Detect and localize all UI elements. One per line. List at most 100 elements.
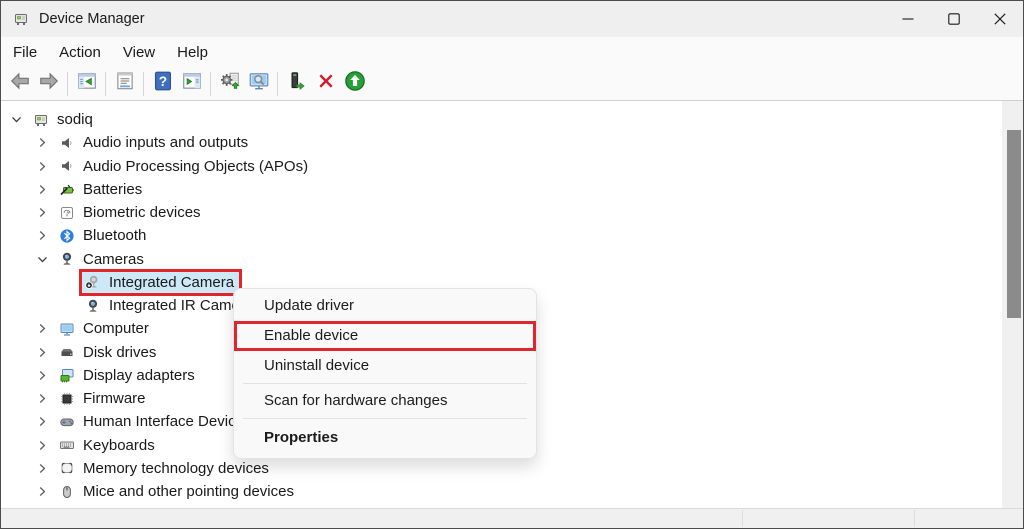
tree-item-content[interactable]: Computer [57,319,153,338]
bluetooth-icon [59,228,75,244]
search-computer-icon [248,70,270,97]
context-menu-item-scan-for-hardware-changes[interactable]: Scan for hardware changes [234,386,536,416]
context-menu-item-enable-device[interactable]: Enable device [234,321,536,351]
chevron-expanded-icon[interactable] [35,252,49,266]
tree-item-content[interactable]: Disk drives [57,343,160,362]
minimize-button[interactable] [885,1,931,37]
context-menu-item-update-driver[interactable]: Update driver [234,291,536,321]
title-bar[interactable]: Device Manager [1,1,1023,37]
chevron-collapsed-icon[interactable] [35,229,49,243]
tree-item-label: Bluetooth [83,227,146,244]
chevron-collapsed-icon[interactable] [35,345,49,359]
toolbar-separator [277,72,278,96]
tree-item-sodiq[interactable]: sodiq [1,108,1002,131]
mouse-icon [59,484,75,500]
context-menu-item-uninstall-device[interactable]: Uninstall device [234,351,536,381]
console-tree-button[interactable] [72,70,101,98]
minimize-icon [898,9,918,29]
tree-item-content[interactable]: Human Interface Devices [57,412,255,431]
chevron-collapsed-icon[interactable] [35,368,49,382]
chevron-collapsed-icon[interactable] [35,438,49,452]
tree-item-content[interactable]: Batteries [57,180,146,199]
window-title: Device Manager [39,11,145,27]
toolbar-separator [210,72,211,96]
chevron-collapsed-icon[interactable] [35,136,49,150]
forward-icon [38,70,60,97]
tree-item-label: Human Interface Devices [83,413,251,430]
close-button[interactable] [977,1,1023,37]
gamepad-icon [59,414,75,430]
tree-item-mice-and-other-pointing-devices[interactable]: Mice and other pointing devices [1,480,1002,503]
annotation-highlight[interactable]: Integrated Camera [79,269,242,296]
menu-bar: FileActionViewHelp [1,37,1023,67]
search-computer-button[interactable] [244,70,273,98]
toolbar-separator [143,72,144,96]
chevron-collapsed-icon[interactable] [35,485,49,499]
tree-item-content[interactable]: Audio Processing Objects (APOs) [57,157,312,176]
chevron-collapsed-icon[interactable] [35,182,49,196]
tree-item-label: Keyboards [83,437,155,454]
tree-item-bluetooth[interactable]: Bluetooth [1,224,1002,247]
context-menu: Update driverEnable deviceUninstall devi… [233,288,537,459]
properties-icon [114,70,136,97]
chevron-collapsed-icon[interactable] [35,322,49,336]
tree-item-content[interactable]: Biometric devices [57,203,205,222]
uninstall-device-button[interactable] [311,70,340,98]
tree-item-audio-inputs-and-outputs[interactable]: Audio inputs and outputs [1,131,1002,154]
tree-item-content[interactable]: Memory technology devices [57,459,273,478]
console-tree-icon [76,70,98,97]
camera-icon [59,251,75,267]
tree-item-label: Biometric devices [83,204,201,221]
tree-item-content[interactable]: Cameras [57,250,148,269]
menu-file[interactable]: File [2,39,48,66]
enable-device-button[interactable] [282,70,311,98]
chevron-collapsed-icon[interactable] [35,392,49,406]
menu-action[interactable]: Action [48,39,112,66]
camera-icon [85,298,101,314]
update-driver-button[interactable] [340,70,369,98]
update-driver-icon [344,70,366,97]
vertical-scrollbar-thumb[interactable] [1007,130,1021,318]
properties-button[interactable] [110,70,139,98]
tree-item-biometric-devices[interactable]: Biometric devices [1,201,1002,224]
help-button[interactable]: ? [148,70,177,98]
keyboard-icon [59,437,75,453]
chevron-collapsed-icon[interactable] [35,415,49,429]
chevron-collapsed-icon[interactable] [35,206,49,220]
tree-item-memory-technology-devices[interactable]: Memory technology devices [1,457,1002,480]
tree-item-content[interactable]: Audio inputs and outputs [57,133,252,152]
forward-button[interactable] [34,70,63,98]
tree-item-content[interactable]: Firmware [57,389,150,408]
menu-view[interactable]: View [112,39,166,66]
chevron-collapsed-icon[interactable] [35,159,49,173]
action-pane-icon [181,70,203,97]
battery-icon [59,181,75,197]
action-pane-button[interactable] [177,70,206,98]
close-icon [990,9,1010,29]
scan-hardware-button[interactable] [215,70,244,98]
tree-item-content[interactable]: Bluetooth [57,226,150,245]
svg-text:?: ? [158,74,166,89]
back-button[interactable] [5,70,34,98]
tree-item-content[interactable]: Mice and other pointing devices [57,482,298,501]
tree-item-label: Audio inputs and outputs [83,134,248,151]
window-controls [885,1,1023,37]
status-bar [1,508,1023,528]
tree-item-content[interactable]: sodiq [31,110,97,129]
tree-item-cameras[interactable]: Cameras [1,248,1002,271]
chevron-expanded-icon[interactable] [9,113,23,127]
tree-item-content[interactable]: Display adapters [57,366,199,385]
tree-item-audio-processing-objects-apos[interactable]: Audio Processing Objects (APOs) [1,155,1002,178]
vertical-scrollbar[interactable] [1002,101,1023,509]
tree-item-content[interactable]: Keyboards [57,436,159,455]
speaker-icon [59,135,75,151]
tree-item-content[interactable]: Integrated IR Camera [83,296,257,315]
scan-hardware-icon [219,70,241,97]
tree-item-label: Mice and other pointing devices [83,483,294,500]
chevron-collapsed-icon[interactable] [35,461,49,475]
maximize-button[interactable] [931,1,977,37]
chevron-spacer [61,275,75,289]
menu-help[interactable]: Help [166,39,219,66]
context-menu-item-properties[interactable]: Properties [234,421,536,454]
tree-item-batteries[interactable]: Batteries [1,178,1002,201]
